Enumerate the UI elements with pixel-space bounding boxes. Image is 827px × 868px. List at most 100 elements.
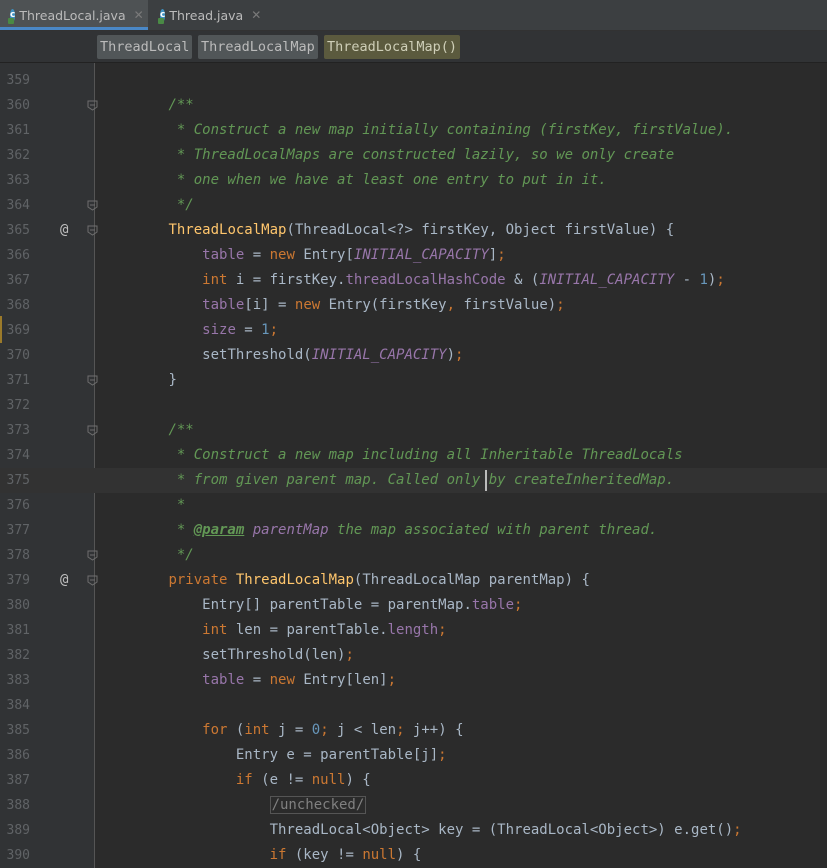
override-marker-icon[interactable]: @ — [60, 568, 68, 593]
code-line[interactable]: 366 table = new Entry[INITIAL_CAPACITY]; — [0, 243, 827, 268]
fold-icon[interactable] — [87, 200, 98, 211]
code-line[interactable]: 363 * one when we have at least one entr… — [0, 168, 827, 193]
code-text: ThreadLocalMap(ThreadLocal<?> firstKey, … — [168, 222, 675, 238]
code-line[interactable]: 387 if (e != null) { — [0, 768, 827, 793]
breadcrumb: ThreadLocal ThreadLocalMap ThreadLocalMa… — [0, 31, 827, 63]
tab-thread-java[interactable]: c Thread.java ✕ — [150, 0, 268, 30]
code-line[interactable]: 361 * Construct a new map initially cont… — [0, 118, 827, 143]
line-number: 383 — [6, 673, 30, 688]
code-text: if (key != null) { — [269, 847, 422, 863]
java-class-icon: c — [157, 8, 166, 24]
line-number: 378 — [6, 548, 30, 563]
fold-icon[interactable] — [87, 100, 98, 111]
override-marker-icon[interactable]: @ — [60, 218, 68, 243]
line-number: 362 — [6, 148, 30, 163]
code-line[interactable]: 382 setThreshold(len); — [0, 643, 827, 668]
line-number: 375 — [6, 473, 30, 488]
close-icon[interactable]: ✕ — [134, 8, 144, 22]
code-line[interactable]: 388 /unchecked/ — [0, 793, 827, 818]
line-number: 372 — [6, 398, 30, 413]
tab-label: Thread.java — [169, 7, 244, 23]
code-text: size = 1; — [202, 322, 279, 338]
code-line[interactable]: 369 size = 1; — [0, 318, 827, 343]
code-text: table[i] = new Entry(firstKey, firstValu… — [202, 297, 565, 313]
close-icon[interactable]: ✕ — [251, 8, 261, 22]
code-line[interactable]: 362 * ThreadLocalMaps are constructed la… — [0, 143, 827, 168]
code-text: * ThreadLocalMaps are constructed lazily… — [176, 147, 675, 163]
line-number: 369 — [6, 323, 30, 338]
line-number: 377 — [6, 523, 30, 538]
code-text: if (e != null) { — [235, 772, 371, 788]
code-line[interactable]: 368 table[i] = new Entry(firstKey, first… — [0, 293, 827, 318]
code-line[interactable]: 365 @ ThreadLocalMap(ThreadLocal<?> first… — [0, 218, 827, 243]
code-text: * @param parentMap the map associated wi… — [176, 522, 658, 538]
line-number: 364 — [6, 198, 30, 213]
line-number: 380 — [6, 598, 30, 613]
code-line[interactable]: 383 table = new Entry[len]; — [0, 668, 827, 693]
code-text: table = new Entry[len]; — [202, 672, 397, 688]
line-number: 363 — [6, 173, 30, 188]
line-number: 366 — [6, 248, 30, 263]
breadcrumb-item-constructor[interactable]: ThreadLocalMap() — [324, 35, 461, 59]
code-line[interactable]: 381 int len = parentTable.length; — [0, 618, 827, 643]
code-text: ThreadLocal<Object> key = (ThreadLocal<O… — [269, 822, 742, 838]
code-line[interactable]: 389 ThreadLocal<Object> key = (ThreadLoc… — [0, 818, 827, 843]
line-number: 379 — [6, 573, 30, 588]
code-line[interactable]: 373 /** — [0, 418, 827, 443]
code-line[interactable]: 390 if (key != null) { — [0, 843, 827, 868]
code-text: setThreshold(len); — [202, 647, 354, 663]
line-number: 365 — [6, 223, 30, 238]
line-number: 374 — [6, 448, 30, 463]
code-line[interactable]: 371 } — [0, 368, 827, 393]
line-number: 373 — [6, 423, 30, 438]
line-number: 371 — [6, 373, 30, 388]
fold-icon[interactable] — [87, 425, 98, 436]
code-text: * Construct a new map initially containi… — [176, 122, 734, 138]
line-number: 384 — [6, 698, 30, 713]
code-text: } — [168, 372, 177, 388]
code-line[interactable]: 384 — [0, 693, 827, 718]
code-line[interactable]: 378 */ — [0, 543, 827, 568]
line-number: 376 — [6, 498, 30, 513]
code-line[interactable]: 386 Entry e = parentTable[j]; — [0, 743, 827, 768]
line-number: 381 — [6, 623, 30, 638]
code-text: private ThreadLocalMap(ThreadLocalMap pa… — [168, 572, 590, 588]
line-number: 382 — [6, 648, 30, 663]
tab-label: ThreadLocal.java — [19, 7, 126, 23]
code-line[interactable]: 377 * @param parentMap the map associate… — [0, 518, 827, 543]
code-text: */ — [176, 197, 194, 213]
line-number: 385 — [6, 723, 30, 738]
code-line[interactable]: 359 — [0, 68, 827, 93]
code-line[interactable]: 380 Entry[] parentTable = parentMap.tabl… — [0, 593, 827, 618]
code-line[interactable]: 376 * — [0, 493, 827, 518]
code-text: /** — [168, 97, 194, 113]
line-number: 387 — [6, 773, 30, 788]
code-line[interactable]: 364 */ — [0, 193, 827, 218]
code-line[interactable]: 372 — [0, 393, 827, 418]
line-number: 389 — [6, 823, 30, 838]
fold-icon[interactable] — [87, 575, 98, 586]
line-number: 361 — [6, 123, 30, 138]
line-number: 388 — [6, 798, 30, 813]
code-line[interactable]: 367 int i = firstKey.threadLocalHashCode… — [0, 268, 827, 293]
code-line[interactable]: 385 for (int j = 0; j < len; j++) { — [0, 718, 827, 743]
code-text: int i = firstKey.threadLocalHashCode & (… — [202, 272, 725, 288]
code-line[interactable]: 370 setThreshold(INITIAL_CAPACITY); — [0, 343, 827, 368]
code-line[interactable]: 375 * from given parent map. Called only… — [0, 468, 827, 493]
tab-threadlocal-java[interactable]: c ThreadLocal.java ✕ — [0, 0, 148, 30]
code-line[interactable]: 379 @ private ThreadLocalMap(ThreadLocalM… — [0, 568, 827, 593]
code-text: * Construct a new map including all Inhe… — [176, 447, 683, 463]
code-text: * — [176, 497, 186, 513]
fold-icon[interactable] — [87, 375, 98, 386]
code-editor[interactable]: 359 360 /** 361 * Construct a new map init… — [0, 63, 827, 868]
breadcrumb-item-threadlocal[interactable]: ThreadLocal — [97, 35, 193, 59]
code-line[interactable]: 360 /** — [0, 93, 827, 118]
fold-icon[interactable] — [87, 225, 98, 236]
code-text: /** — [168, 422, 194, 438]
code-line[interactable]: 374 * Construct a new map including all … — [0, 443, 827, 468]
text-caret — [485, 470, 487, 491]
fold-icon[interactable] — [87, 550, 98, 561]
line-number: 368 — [6, 298, 30, 313]
line-number: 390 — [6, 848, 30, 863]
breadcrumb-item-threadlocalmap[interactable]: ThreadLocalMap — [198, 35, 318, 59]
